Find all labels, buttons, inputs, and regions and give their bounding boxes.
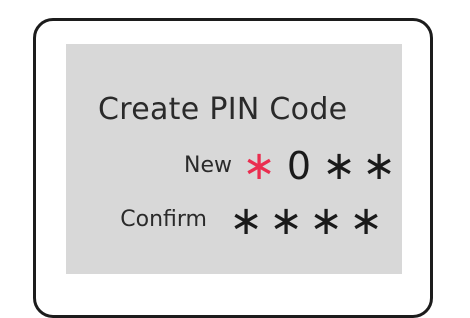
new-pin-slot-1: ∗ bbox=[242, 143, 276, 189]
confirm-pin-slot-1: ∗ bbox=[229, 198, 263, 244]
page-title: Create PIN Code bbox=[98, 92, 348, 127]
confirm-pin-field[interactable]: ∗ ∗ ∗ ∗ bbox=[226, 199, 386, 243]
new-pin-slot-2: 0 bbox=[286, 144, 312, 188]
confirm-pin-label: Confirm bbox=[120, 207, 207, 232]
new-pin-slot-3: ∗ bbox=[322, 143, 356, 189]
new-pin-field[interactable]: ∗ 0 ∗ ∗ bbox=[239, 144, 399, 188]
new-pin-label: New bbox=[184, 153, 232, 178]
confirm-pin-slot-3: ∗ bbox=[309, 198, 343, 244]
confirm-pin-slot-2: ∗ bbox=[269, 198, 303, 244]
confirm-pin-slot-4: ∗ bbox=[349, 198, 383, 244]
new-pin-slot-4: ∗ bbox=[362, 143, 396, 189]
